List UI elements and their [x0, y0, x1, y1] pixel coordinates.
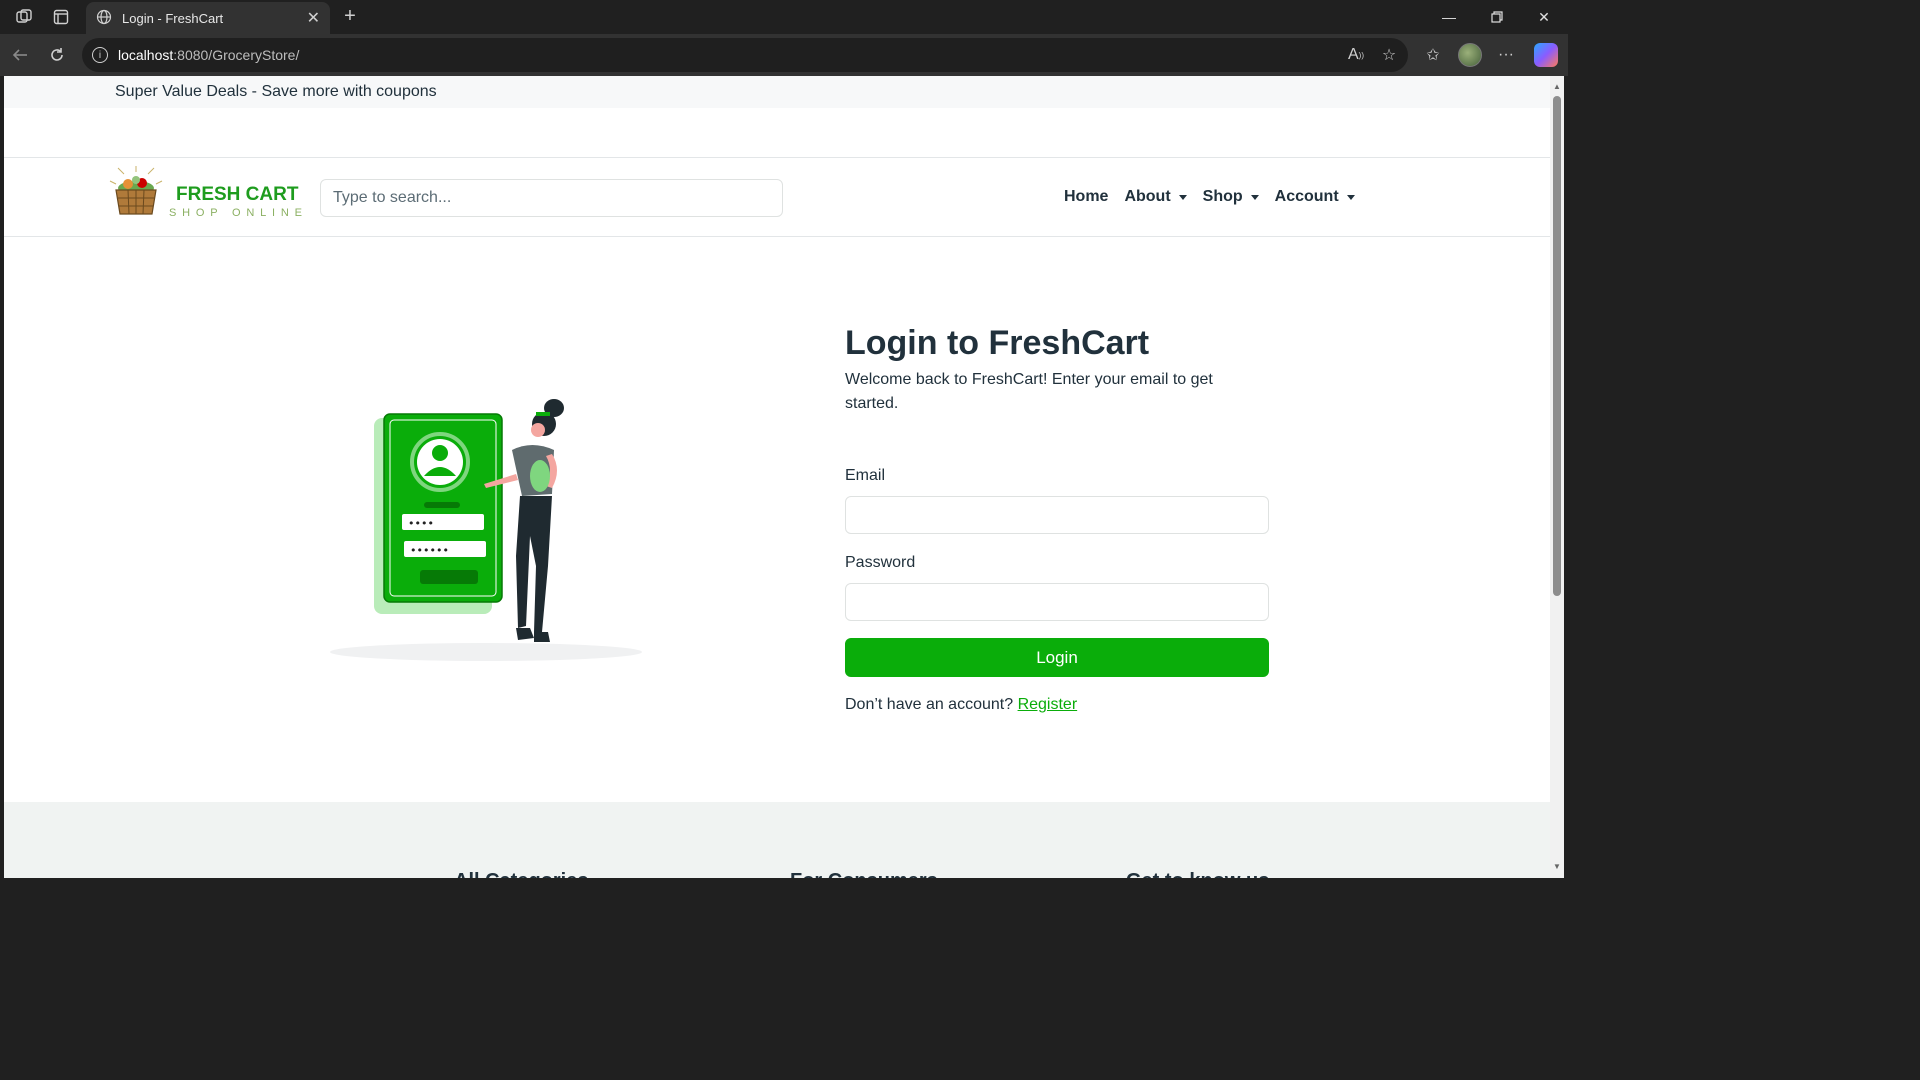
login-title: Login to FreshCart — [845, 324, 1150, 362]
nav-about-label: About — [1124, 188, 1171, 205]
login-illustration: •••• •••••• — [326, 396, 646, 666]
caret-down-icon — [1178, 194, 1187, 200]
logo-line1: FRESH CART — [176, 184, 299, 205]
site-navbar: FRESH CART SHOP ONLINE Home About Shop A… — [4, 158, 1550, 237]
page-viewport: Super Value Deals - Save more with coupo… — [4, 76, 1550, 878]
profile-avatar[interactable] — [1458, 43, 1482, 67]
promo-bar: Super Value Deals - Save more with coupo… — [4, 76, 1550, 108]
login-subtitle: Welcome back to FreshCart! Enter your em… — [845, 371, 1213, 412]
scroll-up-arrow-icon[interactable]: ▲ — [1552, 82, 1562, 92]
footer-heading-categories: All Categories — [454, 870, 588, 878]
address-bar-row: i localhost:8080/GroceryStore/ A)) ☆ ✩ ·… — [0, 34, 1568, 76]
register-prompt: Don’t have an account? Register — [845, 696, 1077, 714]
nav-account-dropdown[interactable]: Account — [1275, 188, 1355, 206]
read-aloud-icon[interactable]: A)) — [1344, 43, 1368, 67]
vertical-tabs-icon[interactable] — [49, 5, 73, 29]
copilot-icon[interactable] — [1534, 43, 1558, 67]
page-scrollbar[interactable]: ▲ ▼ — [1550, 76, 1564, 878]
caret-down-icon — [1250, 194, 1259, 200]
url-field[interactable]: i localhost:8080/GroceryStore/ — [82, 38, 1408, 72]
no-account-text: Don’t have an account? — [845, 696, 1014, 713]
login-button[interactable]: Login — [845, 638, 1269, 677]
email-label: Email — [845, 467, 886, 484]
nav-about-dropdown[interactable]: About — [1124, 188, 1187, 206]
scrollbar-thumb[interactable] — [1553, 96, 1561, 596]
promo-text: Super Value Deals - Save more with coupo… — [115, 83, 437, 100]
url-host: localhost — [118, 47, 174, 63]
browser-tabbar: Login - FreshCart ✕ + — ✕ — [0, 0, 1568, 34]
search-input[interactable] — [320, 179, 783, 217]
nav-home-label: Home — [1064, 188, 1109, 205]
favorites-list-icon[interactable]: ✩ — [1421, 43, 1445, 67]
scroll-down-arrow-icon[interactable]: ▼ — [1552, 862, 1562, 872]
basket-logo-icon: FRESH CART SHOP ONLINE — [109, 166, 306, 219]
url-path: :8080/GroceryStore/ — [173, 47, 300, 63]
favorite-star-icon[interactable]: ☆ — [1377, 43, 1401, 67]
password-field[interactable] — [845, 583, 1269, 621]
footer-heading-about: Get to know us — [1126, 870, 1269, 878]
close-window-icon[interactable]: ✕ — [1532, 6, 1556, 28]
register-link[interactable]: Register — [1018, 696, 1078, 713]
main-nav: Home About Shop Account — [1064, 188, 1371, 206]
minimize-icon[interactable]: — — [1437, 6, 1461, 28]
back-arrow-icon[interactable] — [8, 43, 32, 67]
refresh-icon[interactable] — [45, 43, 69, 67]
workspaces-icon[interactable] — [12, 5, 36, 29]
password-label: Password — [845, 554, 916, 571]
caret-down-icon — [1346, 194, 1355, 200]
footer-heading-consumers: For Consumers — [790, 870, 938, 878]
logo-line2: SHOP ONLINE — [169, 207, 306, 219]
more-menu-icon[interactable]: ··· — [1494, 43, 1518, 67]
site-info-icon[interactable]: i — [92, 47, 108, 63]
tab-title: Login - FreshCart — [122, 10, 224, 26]
freshcart-logo[interactable]: FRESH CART SHOP ONLINE — [96, 166, 306, 230]
masked-user-text: •••• — [408, 517, 434, 530]
site-footer: All Categories For Consumers Get to know… — [4, 802, 1550, 878]
email-field[interactable] — [845, 496, 1269, 534]
restore-icon[interactable] — [1485, 6, 1509, 28]
globe-icon — [96, 9, 112, 28]
masked-password-text: •••••• — [410, 544, 449, 557]
close-tab-icon[interactable]: ✕ — [307, 8, 320, 28]
browser-tab-active[interactable]: Login - FreshCart ✕ — [86, 2, 330, 34]
new-tab-icon[interactable]: + — [338, 4, 362, 28]
nav-home[interactable]: Home — [1064, 188, 1108, 206]
nav-shop-label: Shop — [1202, 188, 1243, 205]
nav-account-label: Account — [1274, 188, 1339, 205]
nav-shop-dropdown[interactable]: Shop — [1203, 188, 1259, 206]
